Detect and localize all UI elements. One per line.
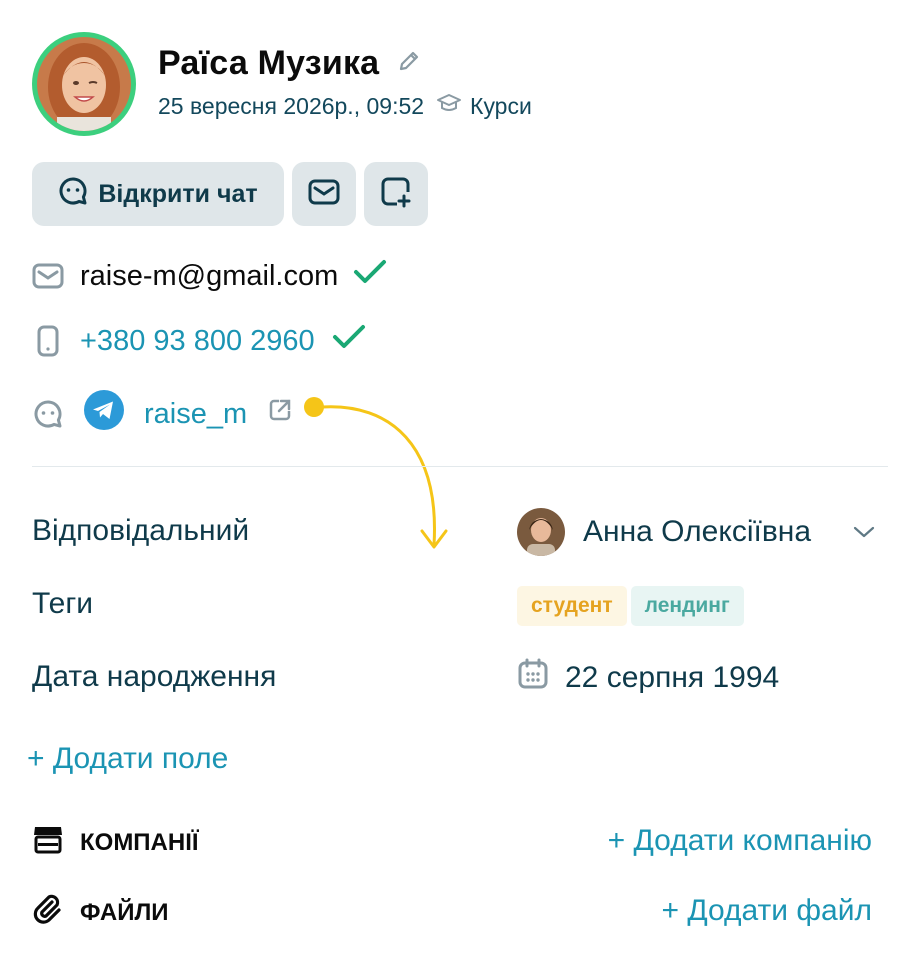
add-task-button[interactable]: [364, 162, 428, 226]
chevron-down-icon[interactable]: [852, 520, 876, 549]
contact-name: Раїса Музика: [158, 44, 380, 82]
tag-chip[interactable]: лендинг: [630, 586, 744, 626]
section-divider: [32, 466, 888, 467]
responsible-select[interactable]: Анна Олексіївна: [517, 508, 811, 556]
action-bar: Відкрити чат: [32, 162, 428, 226]
send-email-button[interactable]: [292, 162, 356, 226]
contact-header: Раїса Музика: [158, 44, 421, 83]
add-file-link[interactable]: + Додати файл: [661, 894, 872, 928]
chat-bubble-icon: [58, 176, 88, 213]
open-chat-label: Відкрити чат: [98, 179, 258, 208]
phone-row: +380 93 800 2960: [32, 323, 367, 359]
telegram-icon: [84, 390, 124, 438]
phone-value[interactable]: +380 93 800 2960: [80, 325, 315, 358]
open-chat-button[interactable]: Відкрити чат: [32, 162, 284, 226]
annotation-arrow: [304, 397, 448, 549]
created-date: 25 вересня 2026р., 09:52: [158, 92, 425, 119]
files-title: ФАЙЛИ: [80, 898, 169, 926]
tags-list: студент лендинг: [517, 586, 744, 626]
envelope-icon: [32, 260, 64, 292]
responsible-label: Відповідальний: [32, 514, 250, 547]
verified-check-icon: [352, 258, 388, 294]
graduation-cap-icon: [436, 92, 462, 120]
add-field-link[interactable]: + Додати поле: [27, 742, 228, 776]
tags-label: Теги: [32, 587, 94, 620]
responsible-name: Анна Олексіївна: [583, 515, 812, 548]
contact-avatar[interactable]: [32, 32, 136, 136]
birthday-value: 22 серпня 1994: [565, 661, 780, 694]
email-row: raise-m@gmail.com: [32, 258, 388, 294]
avatar-photo: [37, 37, 131, 131]
contact-meta: 25 вересня 2026р., 09:52 Курси: [158, 92, 532, 120]
email-value[interactable]: raise-m@gmail.com: [80, 260, 338, 293]
chat-bubble-icon: [32, 398, 64, 430]
birthday-field[interactable]: 22 серпня 1994: [517, 658, 779, 698]
verified-check-icon: [331, 323, 367, 359]
responsible-avatar: [517, 508, 565, 556]
add-task-icon: [380, 176, 412, 213]
edit-pencil-icon[interactable]: [397, 49, 421, 78]
external-link-icon[interactable]: [267, 397, 293, 431]
paperclip-icon: [32, 893, 64, 932]
envelope-icon: [308, 179, 340, 210]
source-label: Курси: [470, 92, 532, 119]
store-icon: [32, 824, 64, 861]
source-badge[interactable]: Курси: [436, 92, 532, 120]
companies-section: КОМПАНІЇ: [32, 824, 199, 861]
tag-chip[interactable]: студент: [517, 586, 627, 626]
companies-title: КОМПАНІЇ: [80, 828, 199, 856]
calendar-icon: [517, 658, 549, 698]
telegram-username[interactable]: raise_m: [144, 398, 247, 431]
telegram-row: raise_m: [32, 390, 293, 438]
files-section: ФАЙЛИ: [32, 893, 169, 932]
phone-icon: [32, 325, 64, 357]
add-company-link[interactable]: + Додати компанію: [608, 824, 872, 858]
birthday-label: Дата народження: [32, 660, 277, 693]
